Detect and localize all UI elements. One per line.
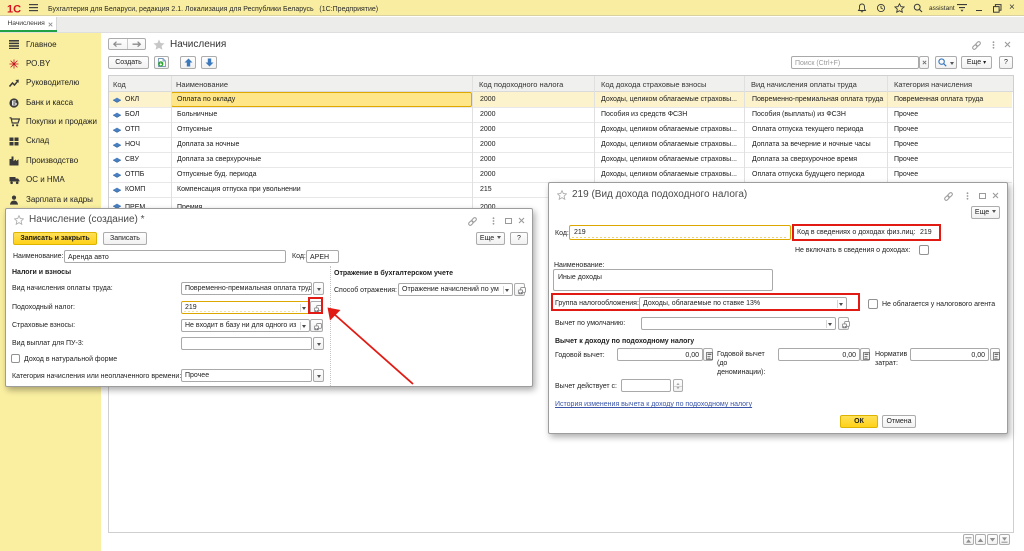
- svg-text:1C: 1C: [7, 4, 21, 15]
- svg-text:Б: Б: [12, 99, 18, 108]
